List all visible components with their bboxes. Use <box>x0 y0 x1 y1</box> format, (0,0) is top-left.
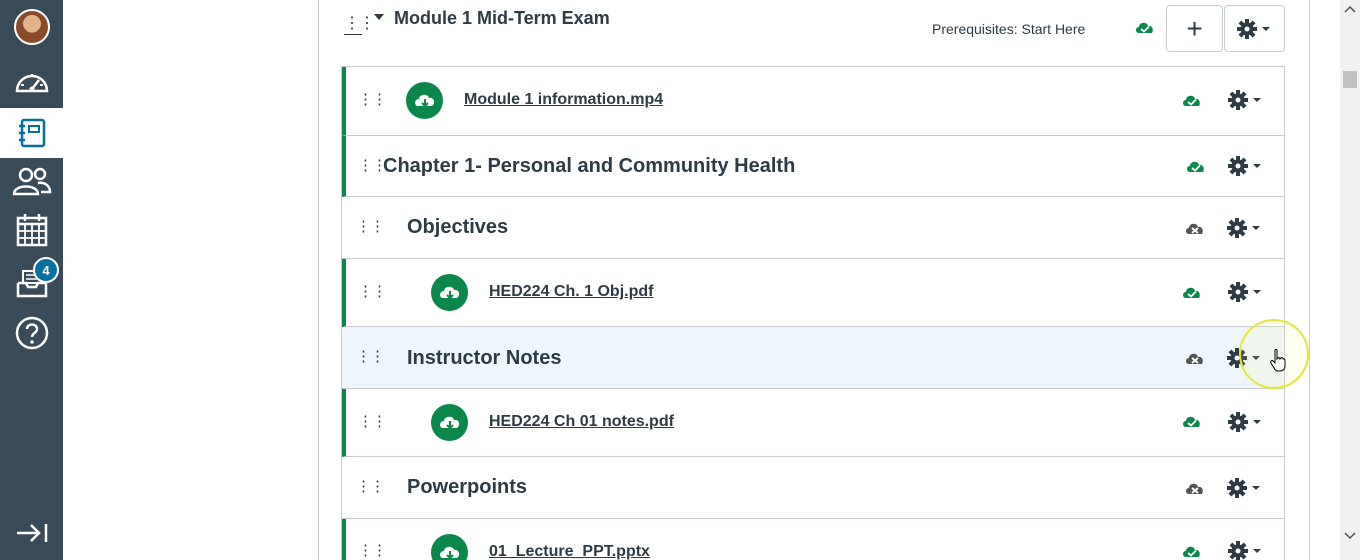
module-item-row[interactable]: ⋮⋮ Module 1 information.mp4 <box>342 67 1284 136</box>
gear-icon[interactable] <box>1226 280 1266 304</box>
gear-icon[interactable] <box>1225 216 1265 240</box>
module-item-link[interactable]: Module 1 information.mp4 <box>464 91 663 109</box>
module-title[interactable]: Module 1 Mid-Term Exam <box>394 8 610 29</box>
drag-handle-icon[interactable]: ⋮⋮ <box>358 282 387 300</box>
calendar-nav-item[interactable] <box>0 205 63 255</box>
module-item-row[interactable]: ⋮⋮ Instructor Notes <box>341 327 1284 389</box>
global-nav: 4 <box>0 0 63 560</box>
dashboard-nav-item[interactable] <box>0 56 63 106</box>
help-icon <box>15 316 48 350</box>
gear-icon <box>1236 18 1270 39</box>
hand-cursor-icon <box>1270 349 1286 372</box>
gear-icon[interactable] <box>1226 154 1266 178</box>
content-border-left <box>318 0 319 560</box>
published-cloud-icon[interactable] <box>1181 542 1203 560</box>
avatar <box>13 9 50 45</box>
file-download-icon <box>406 82 443 119</box>
page-scrollbar[interactable] <box>1340 0 1360 560</box>
drag-handle-icon[interactable]: ⋮⋮ <box>358 90 387 108</box>
published-cloud-icon[interactable] <box>1134 18 1156 36</box>
module-drag-handle[interactable]: ⋮⋮ <box>344 16 375 35</box>
unpublished-cloud-icon[interactable] <box>1184 219 1206 237</box>
speedometer-icon <box>15 74 48 93</box>
module-settings-button[interactable] <box>1224 5 1285 52</box>
module-header: ⋮⋮ Module 1 Mid-Term Exam Prerequisites:… <box>319 0 1309 64</box>
scroll-up-arrow-icon[interactable] <box>1340 0 1360 17</box>
unpublished-cloud-icon[interactable] <box>1184 349 1206 367</box>
published-cloud-icon[interactable] <box>1185 157 1207 175</box>
drag-handle-icon[interactable]: ⋮⋮ <box>356 217 385 235</box>
collapse-arrow-icon <box>16 524 47 542</box>
gear-icon[interactable] <box>1226 410 1266 434</box>
notebook-icon <box>18 118 45 148</box>
people-icon <box>12 167 51 196</box>
courses-nav-item[interactable] <box>0 108 63 158</box>
drag-handle-icon[interactable]: ⋮⋮ <box>358 412 387 430</box>
collapse-nav-button[interactable] <box>0 508 63 558</box>
help-nav-item[interactable] <box>0 308 63 358</box>
text-header: Powerpoints <box>407 476 528 498</box>
module-item-row[interactable]: ⋮⋮ HED224 Ch 01 notes.pdf <box>342 389 1284 457</box>
text-header: Instructor Notes <box>407 347 562 369</box>
module-item-row[interactable]: ⋮⋮ HED224 Ch. 1 Obj.pdf <box>342 259 1284 327</box>
add-item-button[interactable]: + <box>1166 5 1223 52</box>
text-header: Chapter 1- Personal and Community Health <box>383 155 796 177</box>
drag-handle-icon[interactable]: ⋮⋮ <box>356 347 385 365</box>
module-item-link[interactable]: 01_Lecture_PPT.pptx <box>489 543 650 560</box>
file-download-icon <box>431 274 468 311</box>
drag-handle-icon[interactable]: ⋮⋮ <box>358 156 387 174</box>
module-items-list: ⋮⋮ Module 1 information.mp4 ⋮⋮ Chapter 1… <box>341 66 1285 560</box>
file-download-icon <box>431 534 468 560</box>
module-collapse-caret-icon[interactable] <box>374 14 384 20</box>
content-border-right <box>1309 0 1310 560</box>
module-item-row[interactable]: ⋮⋮ 01_Lecture_PPT.pptx <box>342 519 1284 560</box>
published-cloud-icon[interactable] <box>1181 283 1203 301</box>
inbox-unread-badge: 4 <box>33 257 59 283</box>
published-cloud-icon[interactable] <box>1181 412 1203 430</box>
drag-handle-icon[interactable]: ⋮⋮ <box>356 477 385 495</box>
groups-nav-item[interactable] <box>0 156 63 206</box>
text-header: Objectives <box>407 216 509 238</box>
account-nav-item[interactable] <box>0 2 63 52</box>
module-item-row[interactable]: ⋮⋮ Objectives <box>341 197 1284 259</box>
unpublished-cloud-icon[interactable] <box>1184 479 1206 497</box>
scroll-thumb[interactable] <box>1343 71 1357 88</box>
calendar-icon <box>16 214 47 247</box>
scroll-down-arrow-icon[interactable] <box>1340 527 1360 544</box>
gear-icon[interactable] <box>1226 88 1266 112</box>
app: 4 ⋮⋮ Module 1 Mid-Term Exam Prerequisite… <box>0 0 1360 560</box>
gear-icon[interactable] <box>1225 476 1265 500</box>
module-item-link[interactable]: HED224 Ch 01 notes.pdf <box>489 413 674 431</box>
module-item-row[interactable]: ⋮⋮ Powerpoints <box>341 457 1284 519</box>
module-item-row[interactable]: ⋮⋮ Chapter 1- Personal and Community Hea… <box>342 136 1284 197</box>
gear-icon[interactable] <box>1226 539 1266 560</box>
drag-handle-icon[interactable]: ⋮⋮ <box>358 541 387 559</box>
published-cloud-icon[interactable] <box>1181 91 1203 109</box>
module-prerequisites: Prerequisites: Start Here <box>932 21 1086 37</box>
module-item-link[interactable]: HED224 Ch. 1 Obj.pdf <box>489 283 653 301</box>
file-download-icon <box>431 404 468 441</box>
